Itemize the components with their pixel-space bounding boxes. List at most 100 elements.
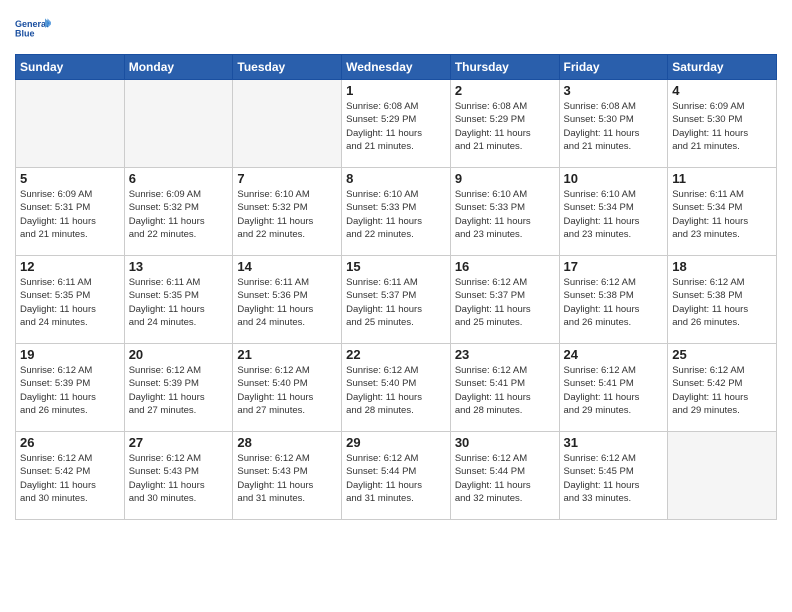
calendar-cell: 12Sunrise: 6:11 AMSunset: 5:35 PMDayligh… — [16, 256, 125, 344]
day-info: Sunrise: 6:10 AMSunset: 5:33 PMDaylight:… — [346, 188, 446, 241]
calendar-cell: 9Sunrise: 6:10 AMSunset: 5:33 PMDaylight… — [450, 168, 559, 256]
day-info: Sunrise: 6:12 AMSunset: 5:44 PMDaylight:… — [455, 452, 555, 505]
day-info: Sunrise: 6:12 AMSunset: 5:43 PMDaylight:… — [129, 452, 229, 505]
day-number: 5 — [20, 171, 120, 186]
day-info: Sunrise: 6:12 AMSunset: 5:45 PMDaylight:… — [564, 452, 664, 505]
page: General Blue SundayMondayTuesdayWednesda… — [0, 0, 792, 612]
day-number: 1 — [346, 83, 446, 98]
day-info: Sunrise: 6:12 AMSunset: 5:40 PMDaylight:… — [237, 364, 337, 417]
calendar-cell: 25 Sunrise: 6:12 AMSunset: 5:42 PMDayligh… — [668, 344, 777, 432]
day-info: Sunrise: 6:12 AMSunset: 5:44 PMDaylight:… — [346, 452, 446, 505]
day-number: 6 — [129, 171, 229, 186]
day-number: 31 — [564, 435, 664, 450]
day-info: Sunrise: 6:08 AMSunset: 5:29 PMDaylight:… — [455, 100, 555, 153]
day-number: 16 — [455, 259, 555, 274]
day-number: 22 — [346, 347, 446, 362]
calendar-cell: 5 Sunrise: 6:09 AMSunset: 5:31 PMDaylight… — [16, 168, 125, 256]
header: General Blue — [15, 10, 777, 46]
calendar-cell: 11 Sunrise: 6:11 AMSunset: 5:34 PMDayligh… — [668, 168, 777, 256]
day-number: 30 — [455, 435, 555, 450]
day-info: Sunrise: 6:12 AMSunset: 5:38 PMDaylight:… — [564, 276, 664, 329]
day-number: 23 — [455, 347, 555, 362]
logo: General Blue — [15, 10, 51, 46]
day-number: 29 — [346, 435, 446, 450]
calendar-cell: 16 Sunrise: 6:12 AMSunset: 5:37 PMDayligh… — [450, 256, 559, 344]
calendar-cell: 21 Sunrise: 6:12 AMSunset: 5:40 PMDayligh… — [233, 344, 342, 432]
day-header-saturday: Saturday — [668, 55, 777, 80]
calendar-cell: 30 Sunrise: 6:12 AMSunset: 5:44 PMDayligh… — [450, 432, 559, 520]
day-number: 10 — [564, 171, 664, 186]
day-info: Sunrise: 6:11 AMSunset: 5:34 PMDaylight:… — [672, 188, 772, 241]
calendar-cell: 20 Sunrise: 6:12 AMSunset: 5:39 PMDayligh… — [124, 344, 233, 432]
day-info: Sunrise: 6:09 AMSunset: 5:31 PMDaylight:… — [20, 188, 120, 241]
day-number: 3 — [564, 83, 664, 98]
day-number: 8 — [346, 171, 446, 186]
day-number: 4 — [672, 83, 772, 98]
day-info: Sunrise: 6:12 AMSunset: 5:38 PMDaylight:… — [672, 276, 772, 329]
day-info: Sunrise: 6:12 AMSunset: 5:42 PMDaylight:… — [672, 364, 772, 417]
day-info: Sunrise: 6:12 AMSunset: 5:39 PMDaylight:… — [129, 364, 229, 417]
calendar-cell: 22Sunrise: 6:12 AMSunset: 5:40 PMDayligh… — [342, 344, 451, 432]
day-number: 20 — [129, 347, 229, 362]
calendar-cell: 14 Sunrise: 6:11 AMSunset: 5:36 PMDayligh… — [233, 256, 342, 344]
day-header-monday: Monday — [124, 55, 233, 80]
day-number: 12 — [20, 259, 120, 274]
svg-text:General: General — [15, 19, 49, 29]
day-header-sunday: Sunday — [16, 55, 125, 80]
day-number: 13 — [129, 259, 229, 274]
calendar-cell: 8 Sunrise: 6:10 AMSunset: 5:33 PMDaylight… — [342, 168, 451, 256]
calendar-cell — [668, 432, 777, 520]
calendar-cell: 7Sunrise: 6:10 AMSunset: 5:32 PMDaylight… — [233, 168, 342, 256]
day-header-wednesday: Wednesday — [342, 55, 451, 80]
day-info: Sunrise: 6:12 AMSunset: 5:37 PMDaylight:… — [455, 276, 555, 329]
calendar-cell: 1 Sunrise: 6:08 AMSunset: 5:29 PMDaylight… — [342, 80, 451, 168]
day-number: 24 — [564, 347, 664, 362]
calendar-cell: 6 Sunrise: 6:09 AMSunset: 5:32 PMDaylight… — [124, 168, 233, 256]
calendar-cell: 19 Sunrise: 6:12 AMSunset: 5:39 PMDayligh… — [16, 344, 125, 432]
day-number: 21 — [237, 347, 337, 362]
calendar-cell: 26Sunrise: 6:12 AMSunset: 5:42 PMDayligh… — [16, 432, 125, 520]
day-number: 27 — [129, 435, 229, 450]
day-number: 9 — [455, 171, 555, 186]
calendar-cell: 10Sunrise: 6:10 AMSunset: 5:34 PMDayligh… — [559, 168, 668, 256]
calendar-cell — [16, 80, 125, 168]
calendar-cell: 27 Sunrise: 6:12 AMSunset: 5:43 PMDayligh… — [124, 432, 233, 520]
calendar-table: SundayMondayTuesdayWednesdayThursdayFrid… — [15, 54, 777, 520]
day-number: 25 — [672, 347, 772, 362]
calendar-cell: 17 Sunrise: 6:12 AMSunset: 5:38 PMDayligh… — [559, 256, 668, 344]
calendar-cell: 29 Sunrise: 6:12 AMSunset: 5:44 PMDayligh… — [342, 432, 451, 520]
day-info: Sunrise: 6:09 AMSunset: 5:32 PMDaylight:… — [129, 188, 229, 241]
day-number: 15 — [346, 259, 446, 274]
calendar-cell: 23 Sunrise: 6:12 AMSunset: 5:41 PMDayligh… — [450, 344, 559, 432]
day-info: Sunrise: 6:12 AMSunset: 5:41 PMDaylight:… — [564, 364, 664, 417]
calendar-cell: 13Sunrise: 6:11 AMSunset: 5:35 PMDayligh… — [124, 256, 233, 344]
calendar-cell: 2Sunrise: 6:08 AMSunset: 5:29 PMDaylight… — [450, 80, 559, 168]
day-number: 11 — [672, 171, 772, 186]
day-number: 7 — [237, 171, 337, 186]
day-info: Sunrise: 6:11 AMSunset: 5:37 PMDaylight:… — [346, 276, 446, 329]
calendar-cell: 4 Sunrise: 6:09 AMSunset: 5:30 PMDaylight… — [668, 80, 777, 168]
day-info: Sunrise: 6:12 AMSunset: 5:41 PMDaylight:… — [455, 364, 555, 417]
day-number: 14 — [237, 259, 337, 274]
day-info: Sunrise: 6:12 AMSunset: 5:42 PMDaylight:… — [20, 452, 120, 505]
svg-text:Blue: Blue — [15, 28, 35, 38]
logo-svg: General Blue — [15, 10, 51, 46]
calendar-cell: 15 Sunrise: 6:11 AMSunset: 5:37 PMDayligh… — [342, 256, 451, 344]
day-number: 19 — [20, 347, 120, 362]
calendar-cell: 18 Sunrise: 6:12 AMSunset: 5:38 PMDayligh… — [668, 256, 777, 344]
day-info: Sunrise: 6:11 AMSunset: 5:36 PMDaylight:… — [237, 276, 337, 329]
day-info: Sunrise: 6:12 AMSunset: 5:43 PMDaylight:… — [237, 452, 337, 505]
day-number: 28 — [237, 435, 337, 450]
day-info: Sunrise: 6:09 AMSunset: 5:30 PMDaylight:… — [672, 100, 772, 153]
calendar-cell: 24 Sunrise: 6:12 AMSunset: 5:41 PMDayligh… — [559, 344, 668, 432]
day-number: 18 — [672, 259, 772, 274]
day-info: Sunrise: 6:08 AMSunset: 5:30 PMDaylight:… — [564, 100, 664, 153]
day-info: Sunrise: 6:12 AMSunset: 5:39 PMDaylight:… — [20, 364, 120, 417]
day-header-thursday: Thursday — [450, 55, 559, 80]
calendar-cell — [233, 80, 342, 168]
day-info: Sunrise: 6:08 AMSunset: 5:29 PMDaylight:… — [346, 100, 446, 153]
calendar-cell: 3 Sunrise: 6:08 AMSunset: 5:30 PMDaylight… — [559, 80, 668, 168]
day-header-friday: Friday — [559, 55, 668, 80]
day-header-tuesday: Tuesday — [233, 55, 342, 80]
day-number: 17 — [564, 259, 664, 274]
